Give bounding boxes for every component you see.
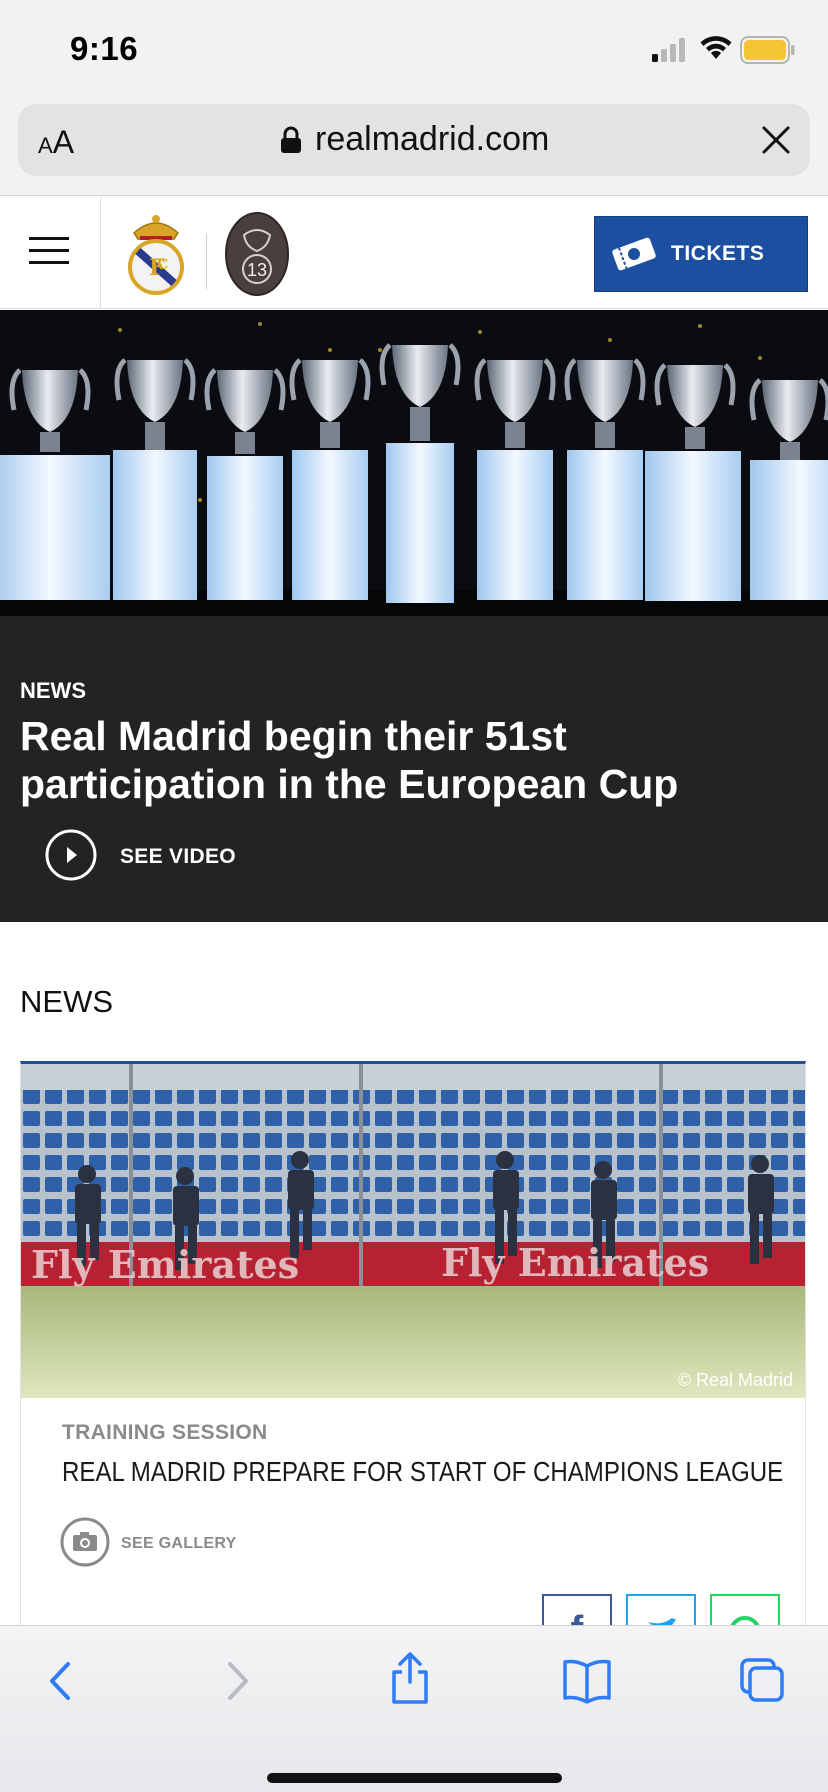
tickets-label: TICKETS [671,242,765,265]
divider [100,197,101,309]
cellular-signal-icon [652,38,685,62]
forward-icon[interactable] [220,1656,256,1706]
status-time: 9:16 [70,30,139,67]
hamburger-menu-icon[interactable] [29,237,69,265]
tabs-icon[interactable] [738,1656,786,1704]
ticket-icon [612,237,656,271]
tickets-button[interactable]: TICKETS [594,216,808,292]
hero-image-trophies[interactable] [0,310,828,618]
camera-icon[interactable] [59,1516,111,1568]
site-header: F C 13 TICKETS [0,197,828,309]
share-icon[interactable] [388,1650,432,1706]
see-gallery-link[interactable]: SEE GALLERY [121,1535,237,1553]
browser-toolbar [0,1625,828,1792]
home-indicator[interactable] [267,1773,562,1783]
hero-caption[interactable]: NEWS Real Madrid begin their 51st partic… [0,616,828,922]
wifi-icon [700,36,732,59]
browser-window: 9:16 AA realmadrid.com F C 13 TICKETS NE… [0,0,828,1792]
text-size-button[interactable]: AA [38,124,74,161]
news-section-title: NEWS [20,984,113,1019]
see-video-link[interactable]: SEE VIDEO [120,845,236,869]
champions-13-badge: 13 [225,212,289,296]
news-card-kicker: TRAINING SESSION [62,1421,268,1444]
badge-number: 13 [247,260,267,280]
training-photo: Fly Emirates Fly Emirates © Real Madrid [21,1064,805,1398]
hero-category: NEWS [20,678,86,703]
text-size-large-a: A [52,124,75,160]
trophies-illustration [0,310,828,618]
play-icon[interactable] [44,828,98,882]
back-icon[interactable] [42,1656,78,1706]
address-bar-area: AA realmadrid.com [0,96,828,196]
lock-icon [281,126,301,153]
bookmarks-icon[interactable] [562,1656,612,1704]
hero-headline[interactable]: Real Madrid begin their 51st participati… [20,712,810,808]
photo-watermark: © Real Madrid [678,1370,793,1390]
text-size-small-a: A [38,133,53,158]
status-bar: 9:16 [0,0,828,96]
svg-text:C: C [157,257,168,273]
news-card-title[interactable]: REAL MADRID PREPARE FOR START OF CHAMPIO… [62,1456,783,1488]
banner-text-left: Fly Emirates [31,1242,299,1287]
battery-icon [740,36,795,64]
news-card-photo[interactable]: Fly Emirates Fly Emirates © Real Madrid [21,1064,805,1398]
banner-text-right: Fly Emirates [441,1240,709,1285]
close-icon[interactable] [760,124,792,156]
address-bar[interactable]: AA realmadrid.com [18,104,810,176]
real-madrid-crest-logo[interactable]: F C [124,211,188,297]
divider [206,233,207,289]
url-text[interactable]: realmadrid.com [315,120,549,159]
